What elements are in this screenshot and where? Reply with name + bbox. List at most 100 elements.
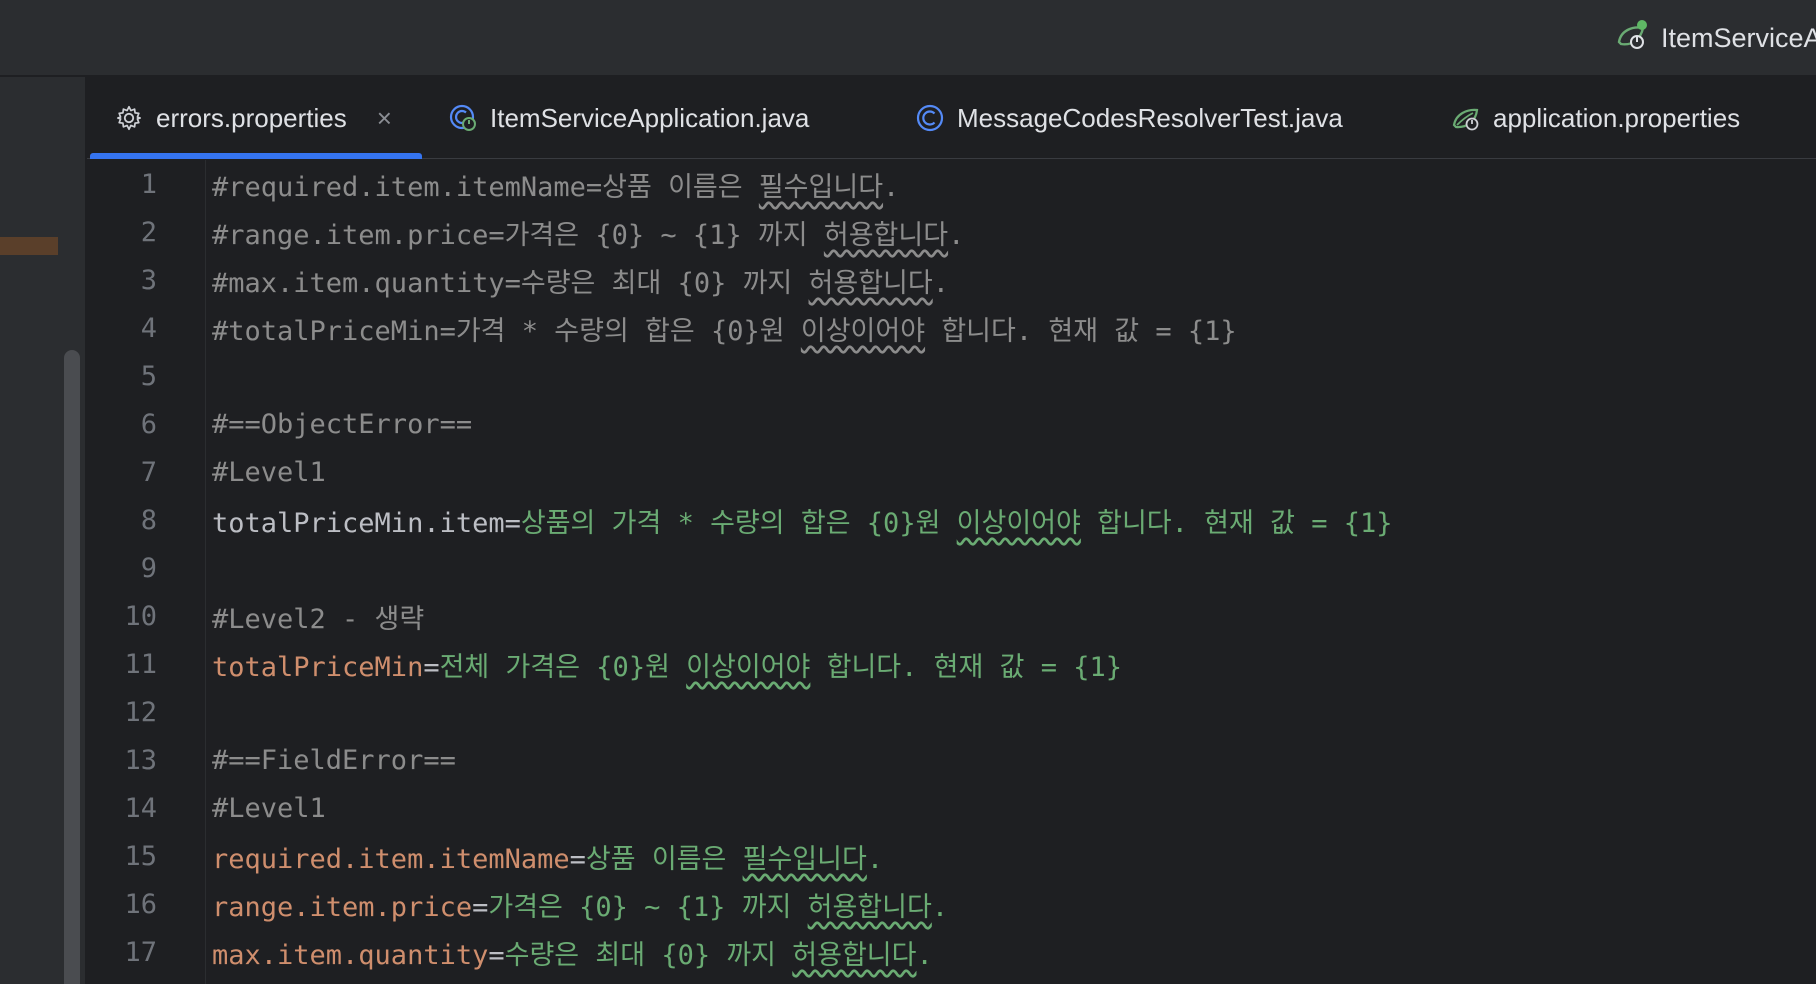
property-value: 수량은 최대 {0} 까지 — [504, 939, 793, 971]
comment-text: #==ObjectError== — [212, 408, 473, 440]
line-text: #range.item.price=가격은 {0} ~ {1} 까지 허용합니다… — [212, 213, 964, 252]
line-number: 8 — [140, 504, 157, 536]
run-configuration-label: ItemServiceA — [1661, 22, 1816, 53]
code-line[interactable]: 9 — [87, 544, 1816, 592]
line-number: 15 — [124, 840, 157, 872]
comment-text: . — [948, 219, 965, 251]
spring-class-icon — [448, 103, 478, 133]
property-value: . — [931, 891, 949, 923]
comment-text: 합니다. 현재 값 = {1} — [925, 315, 1237, 347]
tab-label: MessageCodesResolverTest.java — [957, 102, 1343, 133]
line-text: required.item.itemName=상품 이름은 필수입니다. — [212, 837, 883, 876]
comment-text: #max.item.quantity=수량은 최대 {0} 까지 — [212, 267, 809, 299]
gutter-separator — [205, 160, 206, 984]
left-scrollbar[interactable] — [64, 350, 80, 984]
spellcheck-word: 허용합니다 — [808, 267, 933, 299]
line-number: 4 — [140, 312, 157, 344]
spellcheck-word: 필수입니다 — [758, 171, 884, 203]
line-text: #==ObjectError== — [212, 409, 472, 440]
line-text: max.item.quantity=수량은 최대 {0} 까지 허용합니다. — [212, 933, 933, 972]
line-number: 14 — [124, 792, 157, 824]
property-value: . — [866, 843, 884, 875]
code-line[interactable]: 4 #totalPriceMin=가격 * 수량의 합은 {0}원 이상이어야 합… — [87, 304, 1816, 352]
tab-application-properties[interactable]: application.properties — [1451, 77, 1740, 159]
line-text: totalPriceMin.item=상품의 가격 * 수량의 합은 {0}원 … — [212, 501, 1392, 540]
code-line[interactable]: 11 totalPriceMin=전체 가격은 {0}원 이상이어야 합니다. 현… — [87, 640, 1816, 688]
line-number: 16 — [124, 888, 157, 920]
comment-text: #Level1 — [212, 792, 326, 824]
code-line[interactable]: 12 — [87, 688, 1816, 736]
tab-messagecodesresolvertest-java[interactable]: MessageCodesResolverTest.java — [915, 77, 1343, 159]
tab-label: ItemServiceApplication.java — [490, 102, 810, 133]
code-line[interactable]: 16 range.item.price=가격은 {0} ~ {1} 까지 허용합니… — [87, 880, 1816, 928]
code-line[interactable]: 17 max.item.quantity=수량은 최대 {0} 까지 허용합니다. — [87, 928, 1816, 976]
spellcheck-word: 이상이어야 — [956, 507, 1081, 539]
line-number: 1 — [140, 168, 157, 200]
code-line[interactable]: 5 — [87, 352, 1816, 400]
line-number: 17 — [124, 936, 157, 968]
title-bar: ItemServiceA — [0, 0, 1816, 76]
spring-leaf-icon — [1451, 103, 1481, 133]
property-value: 상품 이름은 — [585, 843, 743, 875]
comment-text: #required.item.itemName=상품 이름은 — [212, 171, 759, 203]
property-value: . — [916, 939, 933, 971]
line-text: totalPriceMin=전체 가격은 {0}원 이상이어야 합니다. 현재 … — [212, 645, 1122, 684]
code-line[interactable]: 10 #Level2 - 생략 — [87, 592, 1816, 640]
line-number: 7 — [140, 456, 157, 488]
property-value: 합니다. 현재 값 = {1} — [810, 651, 1122, 683]
class-icon — [915, 103, 945, 133]
spring-run-icon — [1615, 18, 1649, 59]
line-text: #required.item.itemName=상품 이름은 필수입니다. — [212, 165, 899, 204]
code-line[interactable]: 14 #Level1 — [87, 784, 1816, 832]
property-value: 가격은 {0} ~ {1} 까지 — [488, 891, 808, 923]
property-separator: = — [488, 939, 505, 971]
editor-tab-bar: errors.properties × ItemServiceApplicati… — [87, 77, 1816, 159]
code-line[interactable]: 15 required.item.itemName=상품 이름은 필수입니다. — [87, 832, 1816, 880]
spellcheck-word: 이상이어야 — [686, 651, 811, 683]
comment-text: #==FieldError== — [212, 744, 456, 776]
property-value: 합니다. 현재 값 = {1} — [1080, 507, 1393, 539]
line-text: #==FieldError== — [212, 745, 456, 776]
property-separator: = — [569, 843, 586, 875]
line-number: 3 — [140, 264, 157, 296]
comment-text: #totalPriceMin=가격 * 수량의 합은 {0}원 — [212, 315, 801, 347]
line-number: 12 — [124, 696, 157, 728]
property-value: 전체 가격은 {0}원 — [439, 651, 687, 683]
property-key: required.item.itemName — [212, 843, 570, 875]
comment-text: . — [883, 171, 900, 203]
line-number: 2 — [140, 216, 157, 248]
code-line[interactable]: 6 #==ObjectError== — [87, 400, 1816, 448]
code-line[interactable]: 1 #required.item.itemName=상품 이름은 필수입니다. — [87, 160, 1816, 208]
gear-icon — [114, 103, 144, 133]
line-number: 6 — [140, 408, 157, 440]
line-text: #max.item.quantity=수량은 최대 {0} 까지 허용합니다. — [212, 261, 949, 300]
spellcheck-word: 이상이어야 — [800, 315, 926, 347]
line-number: 10 — [124, 600, 157, 632]
tab-label: errors.properties — [156, 102, 347, 133]
line-number: 11 — [124, 648, 157, 680]
change-marker — [0, 237, 58, 255]
code-editor[interactable]: 1 #required.item.itemName=상품 이름은 필수입니다. 2 #… — [87, 160, 1816, 984]
code-line[interactable]: 13 #==FieldError== — [87, 736, 1816, 784]
property-separator: = — [504, 507, 521, 539]
spellcheck-word: 허용합니다 — [823, 219, 949, 251]
code-line[interactable]: 7 #Level1 — [87, 448, 1816, 496]
code-line[interactable]: 3 #max.item.quantity=수량은 최대 {0} 까지 허용합니다. — [87, 256, 1816, 304]
code-line[interactable]: 8 totalPriceMin.item=상품의 가격 * 수량의 합은 {0}원… — [87, 496, 1816, 544]
comment-text: . — [932, 267, 949, 299]
line-text: #Level1 — [212, 457, 326, 488]
code-line[interactable]: 2 #range.item.price=가격은 {0} ~ {1} 까지 허용합니… — [87, 208, 1816, 256]
tab-itemserviceapplication-java[interactable]: ItemServiceApplication.java — [448, 77, 809, 159]
comment-text: #range.item.price=가격은 {0} ~ {1} 까지 — [212, 219, 824, 251]
property-separator: = — [423, 651, 440, 683]
tab-errors-properties[interactable]: errors.properties × — [90, 77, 422, 159]
line-text: range.item.price=가격은 {0} ~ {1} 까지 허용합니다. — [212, 885, 948, 924]
property-key: totalPriceMin.item — [212, 507, 505, 539]
property-key: range.item.price — [212, 891, 473, 923]
line-text: #Level1 — [212, 793, 326, 824]
run-configuration-selector[interactable]: ItemServiceA — [1615, 18, 1816, 58]
left-tool-strip — [0, 77, 86, 984]
close-icon[interactable]: × — [377, 103, 392, 134]
property-key: totalPriceMin — [212, 651, 424, 683]
comment-text: #Level1 — [212, 456, 326, 488]
